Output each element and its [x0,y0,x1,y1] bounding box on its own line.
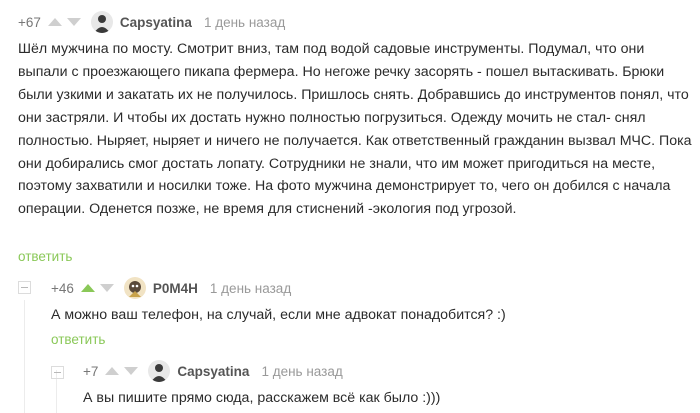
comment-author[interactable]: P0M4H [153,281,198,296]
comment-text: Шёл мужчина по мосту. Смотрит вниз, там … [18,41,692,218]
upvote-arrow-icon[interactable] [47,18,62,26]
thread-line [24,300,25,413]
comment-time[interactable]: 1 день назад [210,281,291,296]
avatar[interactable] [148,360,171,382]
reply-button[interactable]: ответить [18,249,72,264]
reply-button[interactable]: ответить [51,332,105,347]
avatar[interactable] [123,277,146,299]
comment-text: А вы пишите прямо сюда, расскажем всё ка… [83,390,441,406]
avatar[interactable] [90,11,113,33]
collapse-thread-button[interactable] [51,366,64,379]
upvote-arrow-icon[interactable] [105,367,120,375]
comment-time[interactable]: 1 день назад [261,364,342,379]
comment-author[interactable]: Capsyatina [120,15,192,30]
downvote-arrow-icon[interactable] [124,367,139,375]
comment-rating: +46 [51,280,74,296]
comment-rating: +67 [18,14,41,30]
comment-author[interactable]: Capsyatina [177,364,249,379]
comment-rating: +7 [83,363,99,379]
comment-text: А можно ваш телефон, на случай, если мне… [51,307,506,323]
downvote-arrow-icon[interactable] [99,284,114,292]
comment-time[interactable]: 1 день назад [204,15,285,30]
upvote-arrow-icon[interactable] [80,284,95,292]
comment-header: +46 P0M4H 1 день назад [51,277,291,299]
collapse-thread-button[interactable] [18,281,31,294]
comment-header: +67 Capsyatina 1 день назад [18,11,285,33]
downvote-arrow-icon[interactable] [66,18,81,26]
comment-header: +7 Capsyatina 1 день назад [83,360,343,382]
